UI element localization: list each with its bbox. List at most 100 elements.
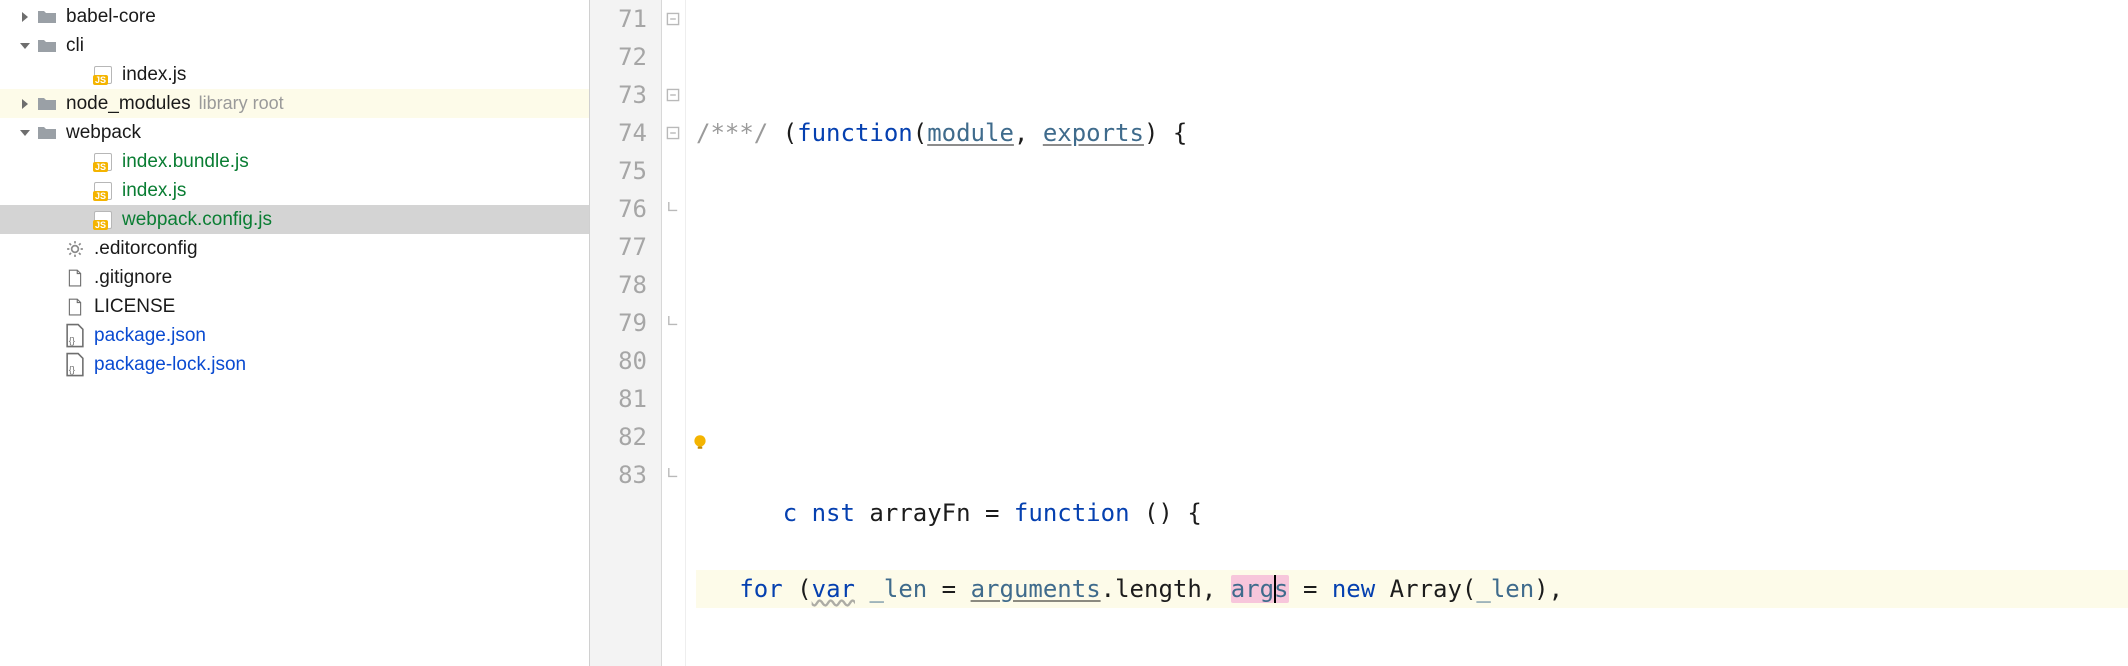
tree-folder-node_modules[interactable]: node_modules library root [0,89,589,118]
code-token: = [1289,575,1332,603]
line-number: 81 [590,380,647,418]
code-line[interactable]: const arrayFn = function () { [696,418,2128,456]
code-token: () { [1130,499,1202,527]
code-line[interactable]: /***/ (function(module, exports) { [696,114,2128,152]
fold-toggle-icon[interactable] [665,87,681,103]
json-file-icon: {} [64,326,86,346]
code-token: arrayFn = [855,499,1014,527]
tree-file-index.js[interactable]: index.js [0,176,589,205]
tree-file-package-lock.json[interactable]: {} package-lock.json [0,350,589,379]
gear-icon [64,239,86,259]
code-line[interactable] [696,266,2128,304]
line-number: 78 [590,266,647,304]
code-token: = [927,575,970,603]
chevron-right-icon[interactable] [18,97,32,111]
line-number: 71 [590,0,647,38]
fold-toggle-icon[interactable] [665,11,681,27]
code-token: arg [1231,575,1274,603]
tree-item-label: package-lock.json [94,354,246,376]
tree-folder-babel-core[interactable]: babel-core [0,2,589,31]
fold-end-icon[interactable] [665,201,681,217]
fold-toggle-icon[interactable] [665,125,681,141]
code-area[interactable]: /***/ (function(module, exports) { const… [686,0,2128,666]
code-editor[interactable]: 71727374757677787980818283 /***/ (functi… [590,0,2128,666]
code-token: exports [1043,119,1144,147]
folder-icon [36,94,58,114]
code-token: Array( [1375,575,1476,603]
tree-item-label: babel-core [66,6,156,28]
code-token: var [812,575,855,603]
code-token: _len [869,575,927,603]
code-token: _len [1476,575,1534,603]
tree-item-label: index.js [122,180,186,202]
tree-file-.editorconfig[interactable]: .editorconfig [0,234,589,263]
tree-folder-cli[interactable]: cli [0,31,589,60]
line-number: 83 [590,456,647,494]
svg-text:{}: {} [69,334,75,345]
fold-end-icon[interactable] [665,315,681,331]
line-number: 72 [590,38,647,76]
code-token: ) { [1144,119,1187,147]
json-file-icon: {} [64,355,86,375]
file-icon [64,297,86,317]
line-number: 75 [590,152,647,190]
line-number: 79 [590,304,647,342]
file-icon [64,268,86,288]
line-number: 77 [590,228,647,266]
fold-strip[interactable] [662,0,686,666]
line-number: 74 [590,114,647,152]
tree-file-index.js[interactable]: index.js [0,60,589,89]
js-file-icon [92,210,114,230]
tree-file-index.bundle.js[interactable]: index.bundle.js [0,147,589,176]
tree-item-label: webpack.config.js [122,209,272,231]
tree-file-webpack.config.js[interactable]: webpack.config.js [0,205,589,234]
text-caret [1274,575,1276,603]
line-number: 76 [590,190,647,228]
folder-icon [36,36,58,56]
intention-bulb-icon[interactable] [691,424,709,442]
code-token: .length, [1101,575,1231,603]
tree-file-.gitignore[interactable]: .gitignore [0,263,589,292]
tree-file-LICENSE[interactable]: LICENSE [0,292,589,321]
code-token: arguments [971,575,1101,603]
code-token: ( [783,575,812,603]
file-tree[interactable]: babel-core cli index.js node_modules library… [0,0,590,666]
code-token [855,575,869,603]
code-token: c [783,499,797,527]
js-file-icon [92,181,114,201]
code-token: /***/ [696,119,768,147]
tree-item-label: cli [66,35,84,57]
code-token: new [1332,575,1375,603]
js-file-icon [92,152,114,172]
code-token: module [927,119,1014,147]
fold-end-icon[interactable] [665,467,681,483]
chevron-down-icon[interactable] [18,126,32,140]
code-token: for [739,575,782,603]
tree-item-label: node_modules [66,93,191,115]
code-token: s [1274,575,1288,603]
folder-icon [36,123,58,143]
line-number: 73 [590,76,647,114]
tree-item-label: .editorconfig [94,238,198,260]
code-token: ), [1534,575,1563,603]
code-token: function [1014,499,1130,527]
tree-item-label: index.bundle.js [122,151,249,173]
tree-item-label: LICENSE [94,296,175,318]
svg-text:{}: {} [69,363,75,374]
js-file-icon [92,65,114,85]
code-token: ( [913,119,927,147]
code-token: , [1014,119,1043,147]
code-line-current[interactable]: for (var _len = arguments.length, args =… [696,570,2128,608]
tree-item-label: webpack [66,122,141,144]
tree-item-label: .gitignore [94,267,172,289]
tree-item-label: package.json [94,325,206,347]
code-token: nst [812,499,855,527]
tree-folder-webpack[interactable]: webpack [0,118,589,147]
tree-item-suffix: library root [199,93,284,114]
line-number: 80 [590,342,647,380]
chevron-right-icon[interactable] [18,10,32,24]
tree-file-package.json[interactable]: {} package.json [0,321,589,350]
tree-item-label: index.js [122,64,186,86]
chevron-down-icon[interactable] [18,39,32,53]
folder-icon [36,7,58,27]
